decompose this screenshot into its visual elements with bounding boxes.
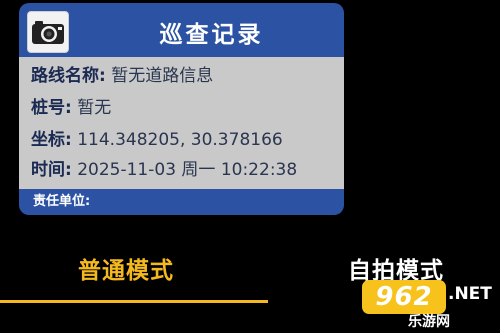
road-name-value: 暂无道路信息 (111, 66, 214, 86)
coordinate-row: 坐标: 114.348205, 30.378166 (31, 127, 283, 153)
time-value: 2025-11-03 周一 10:22:38 (77, 160, 298, 180)
stake-label: 桩号: (31, 98, 72, 118)
watermark-suffix: .NET (448, 284, 492, 304)
active-tab-indicator (0, 300, 268, 303)
site-watermark: 962 .NET 乐游网 (362, 278, 498, 330)
stake-row: 桩号: 暂无 (31, 95, 111, 121)
time-label: 时间: (31, 160, 72, 180)
card-header: 巡查记录 (19, 3, 344, 57)
camera-icon (27, 11, 69, 53)
card-title: 巡查记录 (159, 22, 264, 48)
tab-normal-mode[interactable]: 普通模式 (78, 255, 174, 287)
coordinate-value: 114.348205, 30.378166 (77, 130, 283, 150)
stake-value: 暂无 (77, 98, 112, 118)
road-name-row: 路线名称: 暂无道路信息 (31, 63, 213, 89)
watermark-site-name: 乐游网 (408, 314, 450, 330)
time-row: 时间: 2025-11-03 周一 10:22:38 (31, 157, 297, 183)
patrol-record-card: 巡查记录 路线名称: 暂无道路信息 桩号: 暂无 坐标: 114.348205,… (19, 3, 344, 215)
responsible-unit-label: 责任单位: (33, 194, 91, 209)
road-name-label: 路线名称: (31, 66, 106, 86)
info-box: 路线名称: 暂无道路信息 桩号: 暂无 坐标: 114.348205, 30.3… (19, 57, 344, 189)
watermark-badge: 962 (362, 280, 446, 314)
coordinate-label: 坐标: (31, 130, 72, 150)
